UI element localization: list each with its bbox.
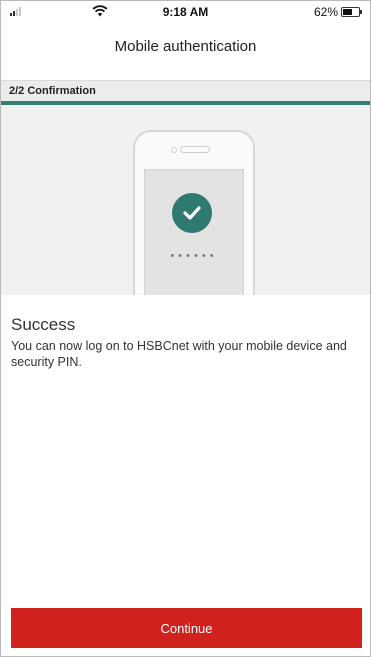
page-title: Mobile authentication xyxy=(114,38,257,55)
checkmark-icon xyxy=(172,193,212,233)
phone-screen: •••••• xyxy=(144,169,244,295)
step-label: 2/2 Confirmation xyxy=(9,85,96,97)
app-screen: 9:18 AM 62% Mobile authentication 2/2 Co… xyxy=(0,0,371,657)
battery-icon xyxy=(341,7,362,17)
phone-illustration: •••••• xyxy=(133,130,255,295)
status-bar: 9:18 AM 62% xyxy=(1,1,370,23)
success-message: You can now log on to HSBCnet with your … xyxy=(11,339,347,369)
phone-speaker xyxy=(180,146,210,153)
battery-level xyxy=(343,9,352,15)
continue-button[interactable]: Continue xyxy=(11,608,362,648)
pin-dots: •••••• xyxy=(170,250,218,262)
phone-camera xyxy=(171,147,177,153)
illustration: •••••• xyxy=(1,105,370,295)
step-header: 2/2 Confirmation xyxy=(1,80,370,102)
success-title: Success xyxy=(11,315,76,334)
battery-percent: 62% xyxy=(313,5,338,19)
